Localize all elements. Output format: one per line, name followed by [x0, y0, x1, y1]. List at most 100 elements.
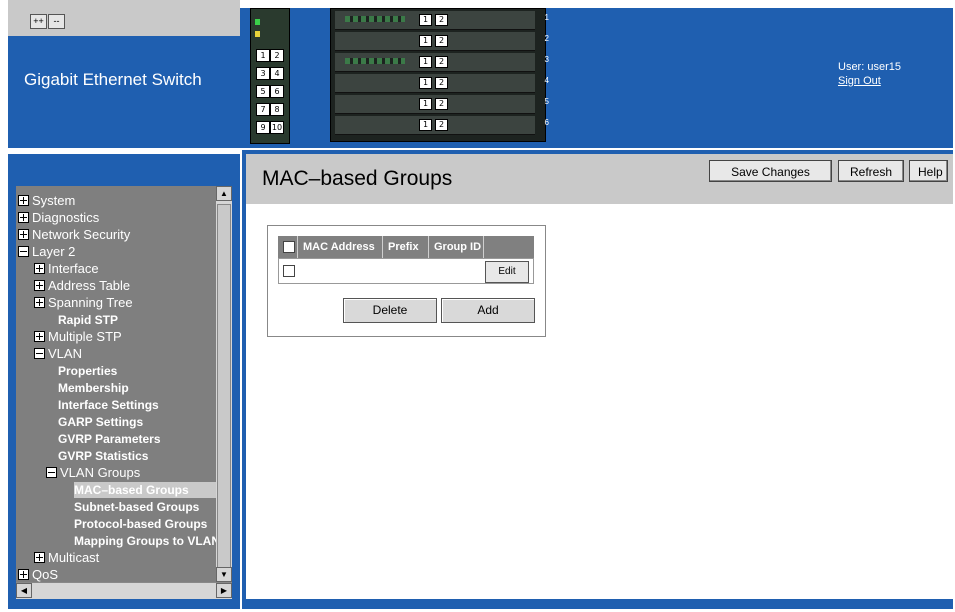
small-switch-image: 1 2 3 4 5 6 7 8 9 10 — [250, 8, 290, 144]
tree-item-label: Layer 2 — [32, 244, 76, 259]
tree-item-label: Address Table — [48, 278, 131, 293]
tree-horizontal-scrollbar[interactable]: ◀ ▶ — [16, 582, 232, 599]
tree-item[interactable]: System — [18, 193, 75, 209]
tree-item[interactable]: QoS — [18, 567, 58, 582]
tree-item[interactable]: Interface — [34, 261, 99, 277]
expand-icon[interactable] — [34, 280, 45, 291]
col-prefix: Prefix — [383, 236, 429, 258]
tree-item[interactable]: Subnet-based Groups — [74, 499, 199, 515]
port-icon: 8 — [270, 103, 284, 116]
app-title: Gigabit Ethernet Switch — [24, 70, 202, 89]
scroll-thumb[interactable] — [217, 204, 231, 576]
user-box: User: user15 Sign Out — [838, 60, 901, 88]
chassis-bay: 125 — [335, 95, 549, 114]
refresh-button[interactable]: Refresh — [838, 160, 904, 182]
tree-item-label: Membership — [58, 381, 129, 395]
port-icon: 4 — [270, 67, 284, 80]
tree-item-label: Spanning Tree — [48, 295, 133, 310]
chassis-bay: 122 — [335, 32, 549, 51]
select-all-checkbox[interactable] — [283, 241, 295, 253]
user-label: User: user15 — [838, 61, 901, 73]
tree-item-label: Protocol-based Groups — [74, 517, 208, 531]
port-icon: 7 — [256, 103, 270, 116]
save-changes-button[interactable]: Save Changes — [709, 160, 832, 182]
nav-tree: System Diagnostics Network Security Layer 2… — [16, 186, 216, 582]
tree-item[interactable]: Properties — [58, 363, 117, 379]
tree-item-label: VLAN — [48, 346, 82, 361]
tree-item-label: Diagnostics — [32, 210, 100, 225]
tree-item[interactable]: Mapping Groups to VLAN — [74, 533, 216, 549]
tree-item-label: VLAN Groups — [60, 465, 141, 480]
chassis-bay: 121 — [335, 11, 549, 30]
tree-item[interactable]: Multiple STP — [34, 329, 122, 345]
status-led-green — [255, 19, 260, 25]
expand-icon[interactable] — [18, 212, 29, 223]
tree-item-label: Multicast — [48, 550, 100, 565]
port-icon: 5 — [256, 85, 270, 98]
tree-item-label: GARP Settings — [58, 415, 144, 429]
expand-icon[interactable] — [18, 569, 29, 580]
collapse-icon[interactable] — [18, 246, 29, 257]
page-title: MAC–based Groups — [262, 167, 453, 190]
scroll-up-icon[interactable]: ▲ — [216, 186, 232, 201]
tree-item-label: GVRP Parameters — [58, 432, 161, 446]
tree-item[interactable]: Interface Settings — [58, 397, 159, 413]
edit-button[interactable]: Edit — [485, 261, 529, 283]
port-icon: 9 — [256, 121, 270, 134]
tree-item[interactable]: Protocol-based Groups — [74, 516, 207, 532]
port-icon: 10 — [270, 121, 284, 134]
expand-icon[interactable] — [18, 229, 29, 240]
scroll-left-icon[interactable]: ◀ — [16, 583, 32, 598]
port-icon: 2 — [270, 49, 284, 62]
chassis-bay: 126 — [335, 116, 549, 135]
delete-button[interactable]: Delete — [343, 298, 437, 323]
tree-item-label: Mapping Groups to VLAN — [74, 534, 216, 548]
expand-icon[interactable] — [18, 195, 29, 206]
tree-item-label: Network Security — [32, 227, 131, 242]
scroll-down-icon[interactable]: ▼ — [216, 567, 232, 582]
tree-item[interactable]: Spanning Tree — [34, 295, 133, 311]
col-mac-address: MAC Address — [298, 236, 383, 258]
tree-item-label: Rapid STP — [58, 313, 119, 327]
row-checkbox[interactable] — [283, 265, 295, 277]
port-icon: 6 — [270, 85, 284, 98]
collapse-icon[interactable] — [34, 348, 45, 359]
collapse-all-button[interactable]: -- — [48, 14, 65, 29]
tree-item[interactable]: Diagnostics — [18, 210, 99, 226]
sign-out-link[interactable]: Sign Out — [838, 74, 901, 88]
chassis-bay: 123 — [335, 53, 549, 72]
chassis-bay: 124 — [335, 74, 549, 93]
port-icon: 3 — [256, 67, 270, 80]
expand-icon[interactable] — [34, 297, 45, 308]
tree-item[interactable]: VLAN — [34, 346, 82, 362]
tree-item[interactable]: Rapid STP — [58, 312, 118, 328]
tree-item-label: QoS — [32, 567, 59, 582]
tree-item-label: GVRP Statistics — [58, 449, 149, 463]
tree-item-label: Multiple STP — [48, 329, 122, 344]
tree-item[interactable]: GVRP Statistics — [58, 448, 148, 464]
tree-item[interactable]: VLAN Groups — [46, 465, 140, 481]
tree-item[interactable]: MAC–based Groups — [74, 482, 216, 498]
tree-item[interactable]: Address Table — [34, 278, 130, 294]
tree-item[interactable]: Layer 2 — [18, 244, 75, 260]
collapse-icon[interactable] — [46, 467, 57, 478]
scroll-right-icon[interactable]: ▶ — [216, 583, 232, 598]
expand-icon[interactable] — [34, 331, 45, 342]
sidebar-toolbar: ++ -- — [8, 0, 240, 36]
expand-icon[interactable] — [34, 552, 45, 563]
add-button[interactable]: Add — [441, 298, 535, 323]
expand-all-button[interactable]: ++ — [30, 14, 47, 29]
tree-item-label: System — [32, 193, 76, 208]
tree-vertical-scrollbar[interactable]: ▲ ▼ — [216, 186, 232, 582]
status-led-yellow — [255, 31, 260, 37]
help-button[interactable]: Help — [909, 160, 948, 182]
tree-item[interactable]: GARP Settings — [58, 414, 143, 430]
tree-item[interactable]: Network Security — [18, 227, 130, 243]
tree-item[interactable]: GVRP Parameters — [58, 431, 161, 447]
table-header: MAC Address Prefix Group ID — [278, 236, 534, 258]
tree-item[interactable]: Membership — [58, 380, 129, 396]
tree-item-label: Subnet-based Groups — [74, 500, 200, 514]
chassis-image: 121 122 123 124 125 126 — [330, 8, 549, 142]
expand-icon[interactable] — [34, 263, 45, 274]
tree-item[interactable]: Multicast — [34, 550, 99, 566]
